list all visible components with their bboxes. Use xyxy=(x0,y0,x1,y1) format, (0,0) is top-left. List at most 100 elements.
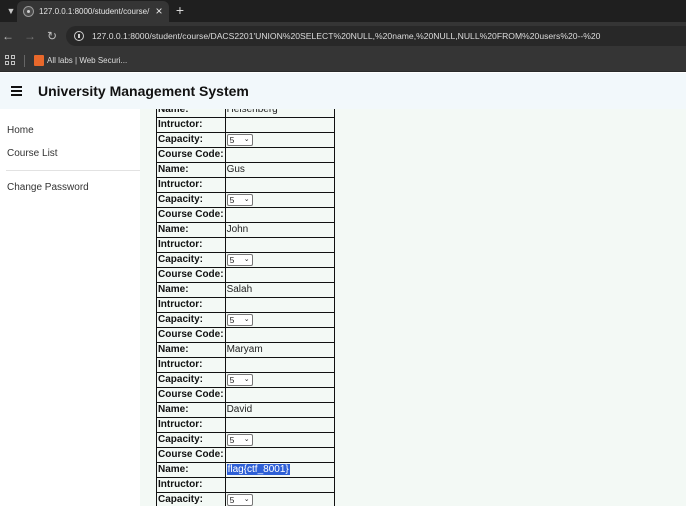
globe-icon xyxy=(23,6,34,17)
table-row: Course Code: xyxy=(156,387,335,403)
table-row: Intructor: xyxy=(156,177,335,193)
sidebar-item-home[interactable]: Home xyxy=(7,125,34,137)
instructor-value xyxy=(224,357,335,373)
sidebar: Home Course List Change Password xyxy=(0,109,140,506)
table-row: Capacity: 5 ⌄ xyxy=(156,252,335,268)
table-row: Intructor: xyxy=(156,297,335,313)
course-code-value xyxy=(224,267,335,283)
table-row: Name: Maryam xyxy=(156,342,335,358)
apps-grid-icon[interactable] xyxy=(5,55,15,65)
table-row: Name: flag{ctf_8001} xyxy=(156,462,335,478)
table-row: Intructor: xyxy=(156,477,335,493)
course-code-value xyxy=(224,327,335,343)
address-bar[interactable]: 127.0.0.1:8000/student/course/DACS2201'U… xyxy=(66,26,686,46)
capacity-select[interactable]: 5 ⌄ xyxy=(226,193,253,206)
instructor-label: Intructor: xyxy=(156,417,226,433)
capacity-select[interactable]: 5 ⌄ xyxy=(226,373,253,386)
main-content: Name: Heisenberg Intructor: Capacity: 5 ⌄… xyxy=(140,109,686,506)
tab-title: 127.0.0.1:8000/student/course/ xyxy=(39,7,150,16)
name-label: Name: xyxy=(156,282,226,298)
instructor-label: Intructor: xyxy=(156,357,226,373)
table-row: Course Code: xyxy=(156,147,335,163)
course-code-value xyxy=(224,387,335,403)
chevron-down-icon: ⌄ xyxy=(243,375,250,383)
table-row: Name: Salah xyxy=(156,282,335,298)
course-code-label: Course Code: xyxy=(156,147,226,163)
capacity-select[interactable]: 5 ⌄ xyxy=(226,433,253,446)
app-title: University Management System xyxy=(38,83,249,99)
site-info-icon[interactable] xyxy=(74,31,84,41)
flag-value-selected[interactable]: flag{ctf_8001} xyxy=(226,464,290,475)
capacity-label: Capacity: xyxy=(156,252,226,268)
table-row: Course Code: xyxy=(156,327,335,343)
chevron-down-icon: ⌄ xyxy=(243,255,250,263)
table-row: Course Code: xyxy=(156,207,335,223)
table-row: Name: Gus xyxy=(156,162,335,178)
instructor-value xyxy=(224,177,335,193)
name-value: Salah xyxy=(224,282,335,298)
table-row: Intructor: xyxy=(156,117,335,133)
course-code-label: Course Code: xyxy=(156,447,226,463)
menu-icon[interactable] xyxy=(11,86,22,96)
name-label: Name: xyxy=(156,462,226,478)
reload-icon[interactable]: ↻ xyxy=(45,28,59,44)
browser-toolbar: ← → ↻ 127.0.0.1:8000/student/course/DACS… xyxy=(0,22,686,50)
instructor-value xyxy=(224,237,335,253)
table-row: Name: Heisenberg xyxy=(156,109,335,118)
app-header: University Management System xyxy=(0,73,686,109)
chevron-down-icon: ⌄ xyxy=(243,315,250,323)
course-code-label: Course Code: xyxy=(156,327,226,343)
table-row: Capacity: 5 ⌄ xyxy=(156,492,335,506)
new-tab-button[interactable]: + xyxy=(173,2,187,18)
instructor-value xyxy=(224,417,335,433)
url-text[interactable]: 127.0.0.1:8000/student/course/DACS2201'U… xyxy=(92,30,600,42)
table-row: Course Code: xyxy=(156,267,335,283)
forward-arrow-icon[interactable]: → xyxy=(23,28,37,44)
course-code-value xyxy=(224,147,335,163)
sidebar-item-change-password[interactable]: Change Password xyxy=(7,182,89,194)
course-code-value xyxy=(224,447,335,463)
capacity-label: Capacity: xyxy=(156,492,226,506)
chevron-down-icon: ⌄ xyxy=(243,435,250,443)
chevron-down-icon: ⌄ xyxy=(243,135,250,143)
name-value: Maryam xyxy=(224,342,335,358)
tab-search-chevron-icon[interactable]: ▼ xyxy=(4,4,18,18)
table-row: Intructor: xyxy=(156,417,335,433)
bookmarks-bar: All labs | Web Securi... xyxy=(0,50,686,72)
capacity-label: Capacity: xyxy=(156,372,226,388)
capacity-label: Capacity: xyxy=(156,432,226,448)
browser-tab[interactable]: 127.0.0.1:8000/student/course/ × xyxy=(17,1,169,22)
table-row: Name: David xyxy=(156,402,335,418)
table-row: Course Code: xyxy=(156,447,335,463)
capacity-select[interactable]: 5 ⌄ xyxy=(226,253,253,266)
sidebar-item-course-list[interactable]: Course List xyxy=(7,148,58,160)
instructor-value xyxy=(224,477,335,493)
bookmark-all-labs[interactable]: All labs | Web Securi... xyxy=(47,55,127,66)
chevron-down-icon: ⌄ xyxy=(243,195,250,203)
name-value: David xyxy=(224,402,335,418)
instructor-label: Intructor: xyxy=(156,477,226,493)
capacity-select[interactable]: 5 ⌄ xyxy=(226,133,253,146)
instructor-value xyxy=(224,297,335,313)
course-table: Name: Heisenberg Intructor: Capacity: 5 ⌄… xyxy=(156,109,335,506)
bookmarks-divider xyxy=(24,55,25,67)
name-value: Heisenberg xyxy=(224,109,335,118)
close-tab-icon[interactable]: × xyxy=(152,4,166,18)
instructor-label: Intructor: xyxy=(156,117,226,133)
name-label: Name: xyxy=(156,109,226,118)
course-code-label: Course Code: xyxy=(156,267,226,283)
name-value: Gus xyxy=(224,162,335,178)
table-row: Capacity: 5 ⌄ xyxy=(156,372,335,388)
instructor-value xyxy=(224,117,335,133)
back-arrow-icon[interactable]: ← xyxy=(1,28,15,44)
table-row: Capacity: 5 ⌄ xyxy=(156,432,335,448)
capacity-select[interactable]: 5 ⌄ xyxy=(226,493,253,506)
sidebar-divider xyxy=(6,170,140,171)
table-row: Capacity: 5 ⌄ xyxy=(156,192,335,208)
capacity-label: Capacity: xyxy=(156,312,226,328)
instructor-label: Intructor: xyxy=(156,237,226,253)
table-row: Intructor: xyxy=(156,237,335,253)
name-label: Name: xyxy=(156,162,226,178)
name-label: Name: xyxy=(156,222,226,238)
capacity-select[interactable]: 5 ⌄ xyxy=(226,313,253,326)
